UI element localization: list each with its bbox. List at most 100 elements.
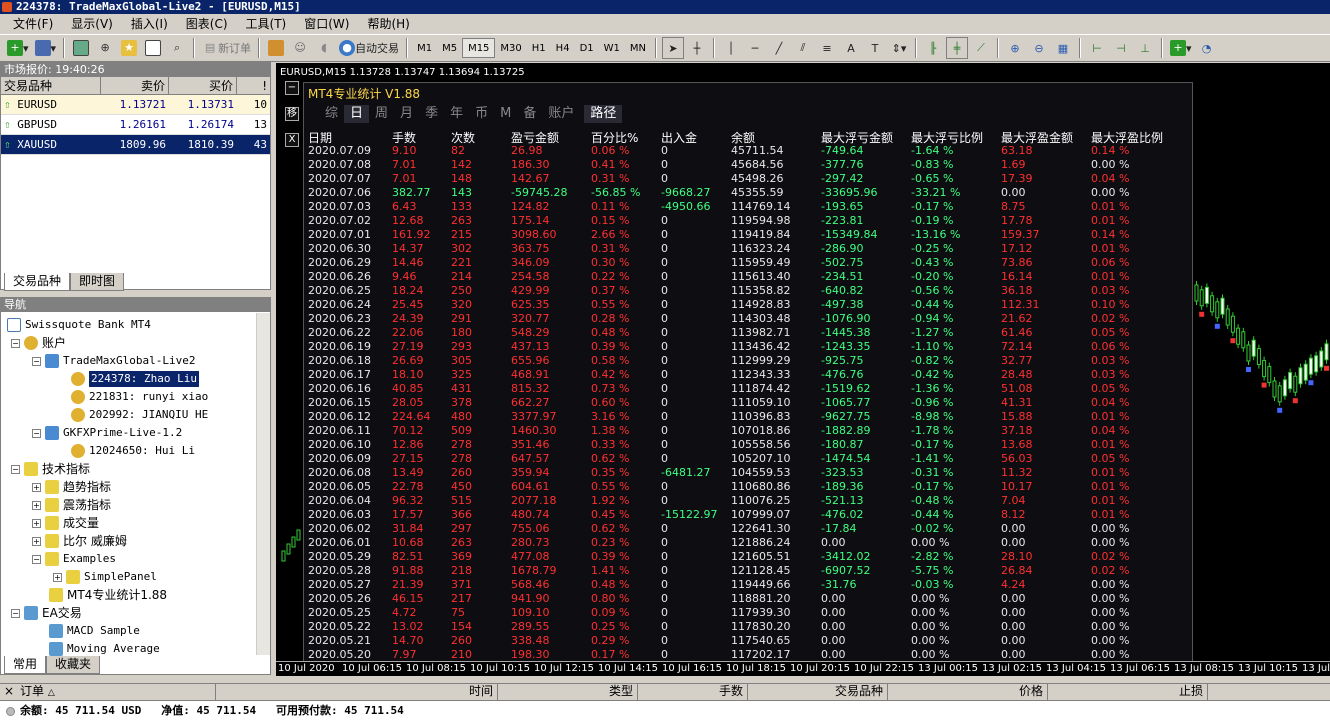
nav-account[interactable]: 12024650: Hui Li xyxy=(71,442,195,460)
close-panel-button[interactable]: X xyxy=(285,133,299,147)
indicators-button[interactable]: + ▾ xyxy=(1168,37,1194,59)
metaeditor-button[interactable] xyxy=(265,37,287,59)
nav-simplepanel[interactable]: + SimplePanel xyxy=(53,568,157,586)
nav-volumes[interactable]: + 成交量 xyxy=(32,514,99,532)
stats-tab-0[interactable]: 综 xyxy=(319,105,344,123)
nav-account[interactable]: 221831: runyi xiao xyxy=(71,388,208,406)
timeframe-h4[interactable]: H4 xyxy=(551,38,575,58)
tab-symbols[interactable]: 交易品种 xyxy=(4,273,71,291)
bar-chart-button[interactable]: ╟ xyxy=(922,37,944,59)
menu-window[interactable]: 窗口(W) xyxy=(295,15,358,33)
nav-trend[interactable]: + 趋势指标 xyxy=(32,478,111,496)
nav-account-selected[interactable]: 224378: Zhao Liu xyxy=(71,370,199,388)
new-order-button[interactable]: ▤ 新订单 xyxy=(200,37,253,59)
menu-view[interactable]: 显示(V) xyxy=(62,15,122,33)
stats-tab-5[interactable]: 年 xyxy=(444,105,469,123)
nav-bill-williams[interactable]: + 比尔 威廉姆 xyxy=(32,532,127,550)
column-time[interactable]: 时间 xyxy=(216,684,498,700)
periods-button[interactable]: ⊥ xyxy=(1134,37,1156,59)
terminal-button[interactable] xyxy=(142,37,164,59)
signals-button[interactable]: ☺ xyxy=(289,37,311,59)
column-symbol[interactable]: 交易品种 xyxy=(748,684,888,700)
stats-tab-7[interactable]: M xyxy=(494,105,517,123)
nav-examples[interactable]: − Examples xyxy=(32,550,116,568)
timeframe-m30[interactable]: M30 xyxy=(495,38,526,58)
column-spread[interactable]: ! xyxy=(237,77,270,94)
navigator-button[interactable]: ★ xyxy=(118,37,140,59)
column-stop-loss[interactable]: 止损 xyxy=(1048,684,1208,700)
timeframe-h1[interactable]: H1 xyxy=(527,38,551,58)
stats-tab-3[interactable]: 月 xyxy=(394,105,419,123)
market-watch-row[interactable]: ⇧ GBPUSD 1.26161 1.26174 13 xyxy=(1,115,270,135)
move-panel-button[interactable]: 移 xyxy=(285,107,299,121)
zoom-out-button[interactable]: ⊖ xyxy=(1028,37,1050,59)
timeframe-m1[interactable]: M1 xyxy=(412,38,437,58)
column-lots[interactable]: 手数 xyxy=(638,684,748,700)
templates-button[interactable]: ◔ xyxy=(1196,37,1218,59)
nav-accounts[interactable]: − 账户 xyxy=(11,334,66,352)
stats-tab-9[interactable]: 账户 xyxy=(542,105,580,123)
column-price[interactable]: 价格 xyxy=(888,684,1048,700)
nav-mt4-stats[interactable]: MT4专业统计1.88 xyxy=(49,586,167,604)
text-tool[interactable]: A xyxy=(840,37,862,59)
chart-shift-button[interactable]: ⊣ xyxy=(1110,37,1132,59)
nav-macd-sample[interactable]: MACD Sample xyxy=(49,622,140,640)
timeframe-m15[interactable]: M15 xyxy=(462,38,496,58)
menu-insert[interactable]: 插入(I) xyxy=(122,15,177,33)
chart-window[interactable]: EURUSD,M15 1.13728 1.13747 1.13694 1.137… xyxy=(276,63,1330,676)
data-window-button[interactable]: ⊕ xyxy=(94,37,116,59)
menu-charts[interactable]: 图表(C) xyxy=(177,15,237,33)
crosshair-tool[interactable]: ┼ xyxy=(686,37,708,59)
column-symbol[interactable]: 交易品种 xyxy=(1,77,101,94)
zoom-in-button[interactable]: ⊕ xyxy=(1004,37,1026,59)
menu-file[interactable]: 文件(F) xyxy=(4,15,62,33)
column-type[interactable]: 类型 xyxy=(498,684,638,700)
nav-broker[interactable]: Swissquote Bank MT4 xyxy=(7,316,151,334)
label-tool[interactable]: T xyxy=(864,37,886,59)
timeframe-w1[interactable]: W1 xyxy=(599,38,625,58)
column-order[interactable]: 订单 △ xyxy=(16,684,216,700)
stats-tab-1[interactable]: 日 xyxy=(344,105,370,123)
channel-tool[interactable]: ⫽ xyxy=(792,37,814,59)
column-ask[interactable]: 买价 xyxy=(169,77,237,94)
nav-server-gkfx[interactable]: − GKFXPrime-Live-1.2 xyxy=(32,424,182,442)
minimize-panel-button[interactable]: − xyxy=(285,81,299,95)
vertical-line-tool[interactable]: │ xyxy=(720,37,742,59)
menu-tools[interactable]: 工具(T) xyxy=(237,15,296,33)
nav-account[interactable]: 202992: JIANQIU HE xyxy=(71,406,208,424)
tab-favorites[interactable]: 收藏夹 xyxy=(46,656,101,674)
nav-expert-advisors[interactable]: − EA交易 xyxy=(11,604,82,622)
market-watch-row[interactable]: ⇧ EURUSD 1.13721 1.13731 10 xyxy=(1,95,270,115)
tile-windows-button[interactable]: ▦ xyxy=(1052,37,1074,59)
nav-oscillators[interactable]: + 震荡指标 xyxy=(32,496,111,514)
candle-chart-button[interactable]: ╪ xyxy=(945,37,968,59)
nav-server-trademax[interactable]: − TradeMaxGlobal-Live2 xyxy=(32,352,195,370)
stats-tab-6[interactable]: 币 xyxy=(469,105,494,123)
column-bid[interactable]: 卖价 xyxy=(101,77,169,94)
stats-tab-2[interactable]: 周 xyxy=(369,105,394,123)
tab-common[interactable]: 常用 xyxy=(4,656,47,674)
market-watch-row-selected[interactable]: ⇧ XAUUSD 1809.96 1810.39 43 xyxy=(1,135,270,155)
menu-help[interactable]: 帮助(H) xyxy=(358,15,418,33)
line-chart-button[interactable]: ⟋ xyxy=(970,37,992,59)
timeframe-m5[interactable]: M5 xyxy=(437,38,462,58)
terminal-close-icon[interactable]: × xyxy=(0,684,16,700)
new-chart-button[interactable]: + ▾ xyxy=(5,37,31,59)
profiles-button[interactable]: ▾ xyxy=(33,37,59,59)
nav-indicators[interactable]: − 技术指标 xyxy=(11,460,90,478)
stats-tab-8[interactable]: 备 xyxy=(517,105,542,123)
navigator-scrollbar[interactable] xyxy=(256,313,270,655)
horizontal-line-tool[interactable]: ─ xyxy=(744,37,766,59)
cursor-tool[interactable]: ➤ xyxy=(661,37,684,59)
autoscroll-button[interactable]: ⊢ xyxy=(1086,37,1108,59)
arrows-tool[interactable]: ⇕▾ xyxy=(888,37,910,59)
timeframe-d1[interactable]: D1 xyxy=(575,38,599,58)
timeframe-mn[interactable]: MN xyxy=(625,38,651,58)
tab-tick-chart[interactable]: 即时图 xyxy=(70,273,125,291)
stats-tab-4[interactable]: 季 xyxy=(419,105,444,123)
vps-button[interactable]: ◖ xyxy=(313,37,335,59)
auto-trading-button[interactable]: ● 自动交易 xyxy=(337,37,401,59)
market-watch-button[interactable] xyxy=(70,37,92,59)
stats-tab-path[interactable]: 路径 xyxy=(584,105,623,123)
trendline-tool[interactable]: ╱ xyxy=(768,37,790,59)
